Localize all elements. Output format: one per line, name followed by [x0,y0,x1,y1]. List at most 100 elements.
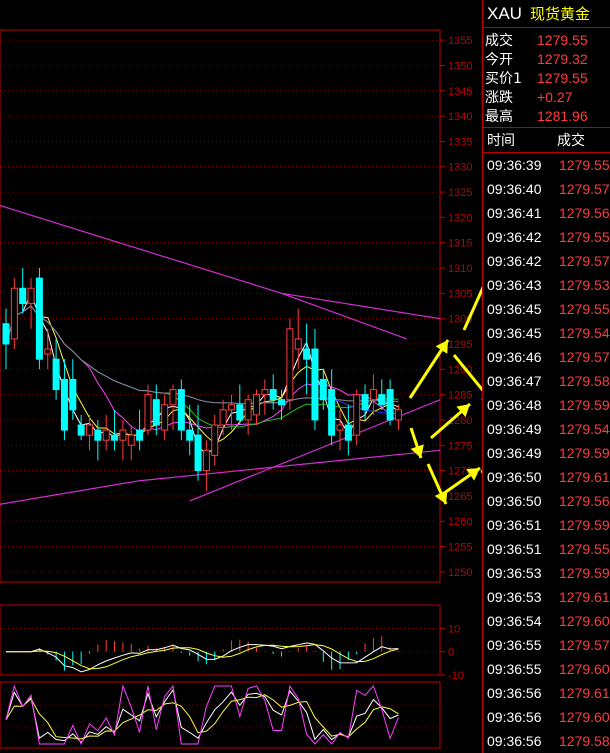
macd-y-tick-label: -10 [448,670,464,682]
y-tick-label: 1260 [448,516,472,528]
quote-box: 成交 1279.55 今开 1279.32 买价1 1279.55 涨跌 +0.… [483,28,610,128]
candle-body [344,424,352,441]
tick-price: 1279.60 [559,613,610,629]
tick-price: 1279.56 [559,493,610,509]
candle-body [394,409,402,421]
trendline-lower-b [139,449,441,482]
tick-time: 09:36:42 [487,253,542,269]
tick-time: 09:36:43 [487,277,542,293]
tick-time: 09:36:42 [487,229,542,245]
tick-time: 09:36:56 [487,733,542,749]
candle-body [269,389,277,401]
y-tick-label: 1275 [448,440,472,452]
annotation-arrow-1 [462,285,482,331]
tick-price: 1279.56 [559,205,610,221]
candle-body [111,434,119,441]
tick-price: 1279.58 [559,373,610,389]
tick-price: 1279.60 [559,709,610,725]
tick-time: 09:36:54 [487,613,542,629]
quote-value: 1279.55 [537,31,588,48]
candle-body [52,358,60,391]
quote-row-open: 今开 1279.32 [483,49,610,68]
y-tick-label: 1285 [448,390,472,402]
candle-body [328,389,336,436]
chart-canvas[interactable]: 1250125512601265127012751280128512901295… [0,0,482,753]
tick-row: 09:36:45 1279.54 [483,321,610,345]
osc-frame [0,681,441,749]
candle-body [311,348,319,421]
tick-row: 09:36:45 1279.55 [483,297,610,321]
tick-price: 1279.58 [559,733,610,749]
candle-body [261,389,269,396]
candle-body [60,378,68,431]
tick-price: 1279.54 [559,325,610,341]
quote-value: 1279.55 [537,69,588,86]
tick-price: 1279.59 [559,397,610,413]
tick-row: 09:36:50 1279.61 [483,465,610,489]
quote-label: 成交 [485,32,513,49]
quote-panel: XAU 现货黄金 成交 1279.55 今开 1279.32 买价1 1279.… [482,0,610,753]
quote-row-bid: 买价1 1279.55 [483,68,610,87]
y-tick-label: 1320 [448,212,472,224]
quote-label: 买价1 [485,70,522,87]
tick-price-header: 成交 [557,133,585,149]
tick-time: 09:36:49 [487,421,542,437]
tick-row: 09:36:51 1279.59 [483,513,610,537]
quote-label: 今开 [485,51,513,68]
candle-body [44,348,52,355]
tick-time: 09:36:41 [487,205,542,221]
candle-body [169,389,177,406]
y-tick-label: 1340 [448,111,472,123]
y-tick-label: 1315 [448,238,472,250]
tick-row: 09:36:51 1279.55 [483,537,610,561]
tick-row: 09:36:53 1279.61 [483,585,610,609]
candle-body [127,434,135,446]
main-frame [0,29,441,583]
candle-body [336,424,344,431]
tick-row: 09:36:56 1279.61 [483,681,610,705]
tick-time: 09:36:55 [487,661,542,677]
candle-body [161,404,169,431]
candle-body [2,323,10,345]
candle-body [177,389,185,431]
tick-price: 1279.59 [559,517,610,533]
y-tick-label: 1250 [448,567,472,579]
y-tick-label: 1295 [448,339,472,351]
quote-value: 1281.96 [537,107,588,124]
trendline-lower-a [0,480,140,505]
candle-body [219,409,227,426]
tick-price: 1279.61 [559,469,610,485]
chart-pane[interactable]: 1250 1255 1260 1265 1270 1275 1280 1285 1290 1295… [0,0,482,753]
tick-row: 09:36:42 1279.55 [483,225,610,249]
tick-price: 1279.55 [559,301,610,317]
tick-list[interactable]: 09:36:39 1279.55 09:36:40 1279.57 09:36:41 12… [483,153,610,753]
quote-value: +0.27 [537,88,573,105]
candle-body [144,394,152,431]
y-tick-label: 1345 [448,86,472,98]
candle-body [77,424,85,436]
tick-time: 09:36:56 [487,709,542,725]
tick-row: 09:36:49 1279.59 [483,441,610,465]
macd-y-tick-label: 10 [448,623,460,635]
y-tick-label: 1325 [448,187,472,199]
candle-body [244,399,252,421]
tick-price: 1279.55 [559,157,610,173]
tick-price: 1279.57 [559,637,610,653]
tick-price: 1279.61 [559,589,610,605]
y-tick-label: 1350 [448,60,472,72]
tick-time: 09:36:53 [487,589,542,605]
tick-time: 09:36:55 [487,637,542,653]
candle-body [136,429,144,441]
candle-body [294,338,302,350]
tick-time: 09:36:45 [487,301,542,317]
tick-row: 09:36:46 1279.57 [483,345,610,369]
candle-body [303,348,311,360]
quote-header: XAU 现货黄金 [483,0,610,28]
tick-row: 09:36:50 1279.56 [483,489,610,513]
tick-price: 1279.55 [559,229,610,245]
candle-body [286,328,294,401]
tick-time: 09:36:51 [487,517,542,533]
osc-j-line [5,684,399,746]
macd-y-tick-label: 0 [448,647,454,659]
tick-time: 09:36:39 [487,157,542,173]
